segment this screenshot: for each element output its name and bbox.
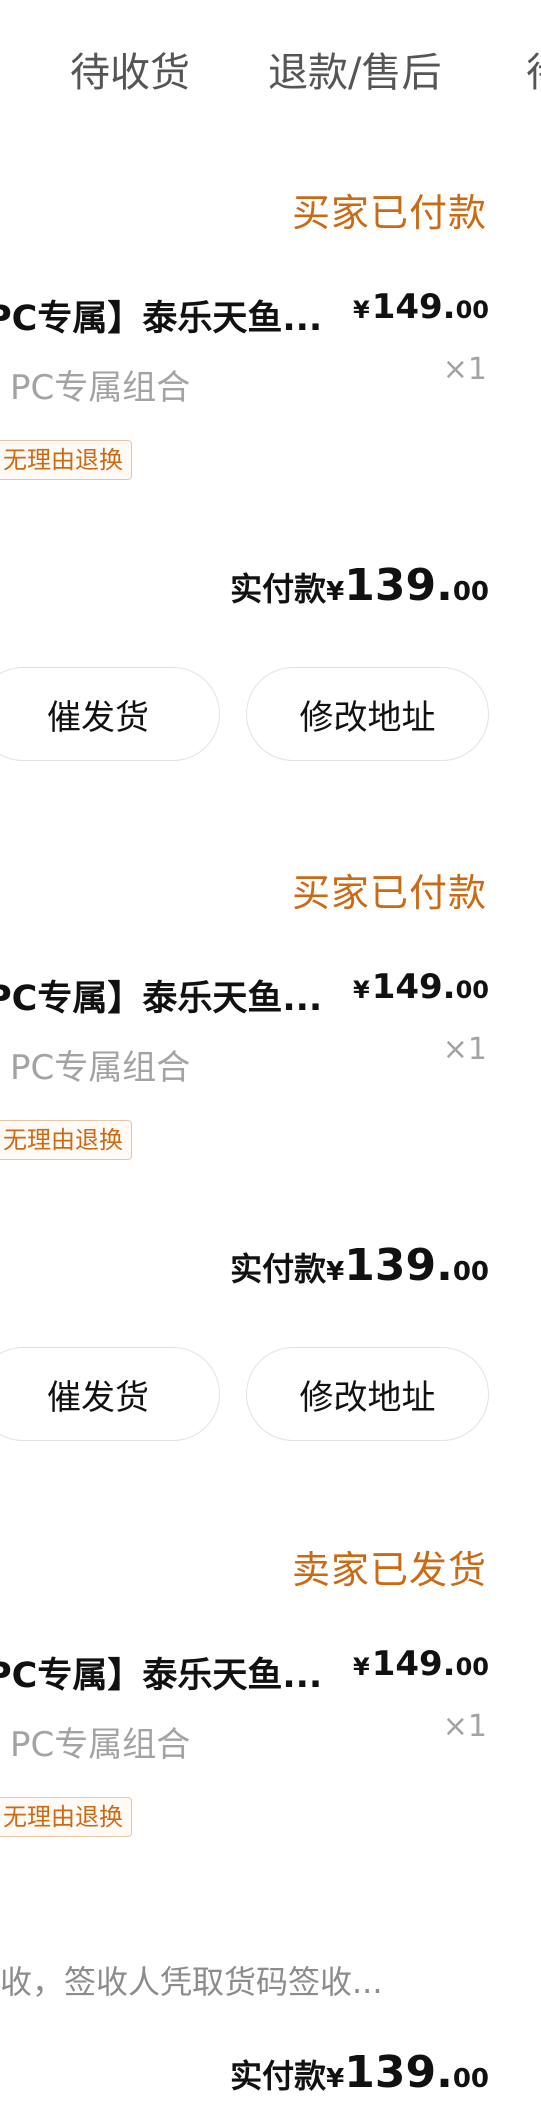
urge-shipping-button[interactable]: 催发货 [0, 667, 220, 761]
order-card[interactable]: 卖家已发货 PC专属】泰乐天鱼... ¥149.00 PC专属组合 ×1 无理由… [0, 1517, 541, 2127]
actual-payment-label: 实付款 [230, 570, 327, 608]
return-policy-badge: 无理由退换 [0, 1797, 132, 1837]
actual-payment-label: 实付款 [230, 1250, 327, 1288]
tab-next[interactable]: 待 [526, 40, 541, 98]
quantity: ×1 [442, 1032, 487, 1067]
price-integer: 149. [371, 1644, 456, 1684]
product-title[interactable]: PC专属】泰乐天鱼... [0, 290, 346, 341]
change-address-button[interactable]: 修改地址 [246, 1347, 489, 1441]
paid-integer: 139. [344, 560, 453, 611]
unit-price: ¥149.00 [353, 967, 489, 1007]
order-status: 卖家已发货 [291, 1548, 487, 1592]
product-title[interactable]: PC专属】泰乐天鱼... [0, 970, 346, 1021]
order-status: 买家已付款 [291, 191, 487, 235]
paid-integer: 139. [344, 2047, 453, 2098]
paid-currency: ¥ [326, 577, 345, 607]
unit-price: ¥149.00 [353, 1644, 489, 1684]
price-currency: ¥ [353, 976, 370, 1004]
tab-to-receive[interactable]: 待收货 [70, 40, 190, 98]
sku-spec: PC专属组合 [10, 368, 191, 408]
price-integer: 149. [371, 287, 456, 327]
paid-decimal: 00 [452, 2064, 489, 2094]
actual-payment: 实付款¥139.00 [230, 2047, 489, 2098]
price-currency: ¥ [353, 296, 370, 324]
sku-spec: PC专属组合 [10, 1725, 191, 1765]
actual-payment-label: 实付款 [230, 2057, 327, 2095]
sku-spec: PC专属组合 [10, 1048, 191, 1088]
return-policy-badge: 无理由退换 [0, 1120, 132, 1160]
order-card[interactable]: 买家已付款 PC专属】泰乐天鱼... ¥149.00 PC专属组合 ×1 无理由… [0, 840, 541, 1480]
unit-price: ¥149.00 [353, 287, 489, 327]
price-decimal: 00 [455, 976, 489, 1004]
paid-currency: ¥ [326, 2064, 345, 2094]
order-status: 买家已付款 [291, 871, 487, 915]
quantity: ×1 [442, 1709, 487, 1744]
change-address-button[interactable]: 修改地址 [246, 667, 489, 761]
actual-payment: 实付款¥139.00 [230, 1240, 489, 1291]
price-integer: 149. [371, 967, 456, 1007]
actual-payment: 实付款¥139.00 [230, 560, 489, 611]
paid-decimal: 00 [452, 577, 489, 607]
logistics-note[interactable]: 收，签收人凭取货码签收... [0, 1957, 470, 2003]
return-policy-badge: 无理由退换 [0, 440, 132, 480]
order-status-tabs: 待收货 退款/售后 待 [0, 0, 541, 145]
paid-integer: 139. [344, 1240, 453, 1291]
price-decimal: 00 [455, 1653, 489, 1681]
paid-currency: ¥ [326, 1257, 345, 1287]
product-title[interactable]: PC专属】泰乐天鱼... [0, 1647, 346, 1698]
tab-refund-aftersale[interactable]: 退款/售后 [268, 40, 441, 98]
price-currency: ¥ [353, 1653, 370, 1681]
order-card[interactable]: 买家已付款 PC专属】泰乐天鱼... ¥149.00 PC专属组合 ×1 无理由… [0, 160, 541, 800]
order-list-page: 待收货 退款/售后 待 买家已付款 PC专属】泰乐天鱼... ¥149.00 P… [0, 0, 541, 2127]
quantity: ×1 [442, 352, 487, 387]
price-decimal: 00 [455, 296, 489, 324]
urge-shipping-button[interactable]: 催发货 [0, 1347, 220, 1441]
paid-decimal: 00 [452, 1257, 489, 1287]
